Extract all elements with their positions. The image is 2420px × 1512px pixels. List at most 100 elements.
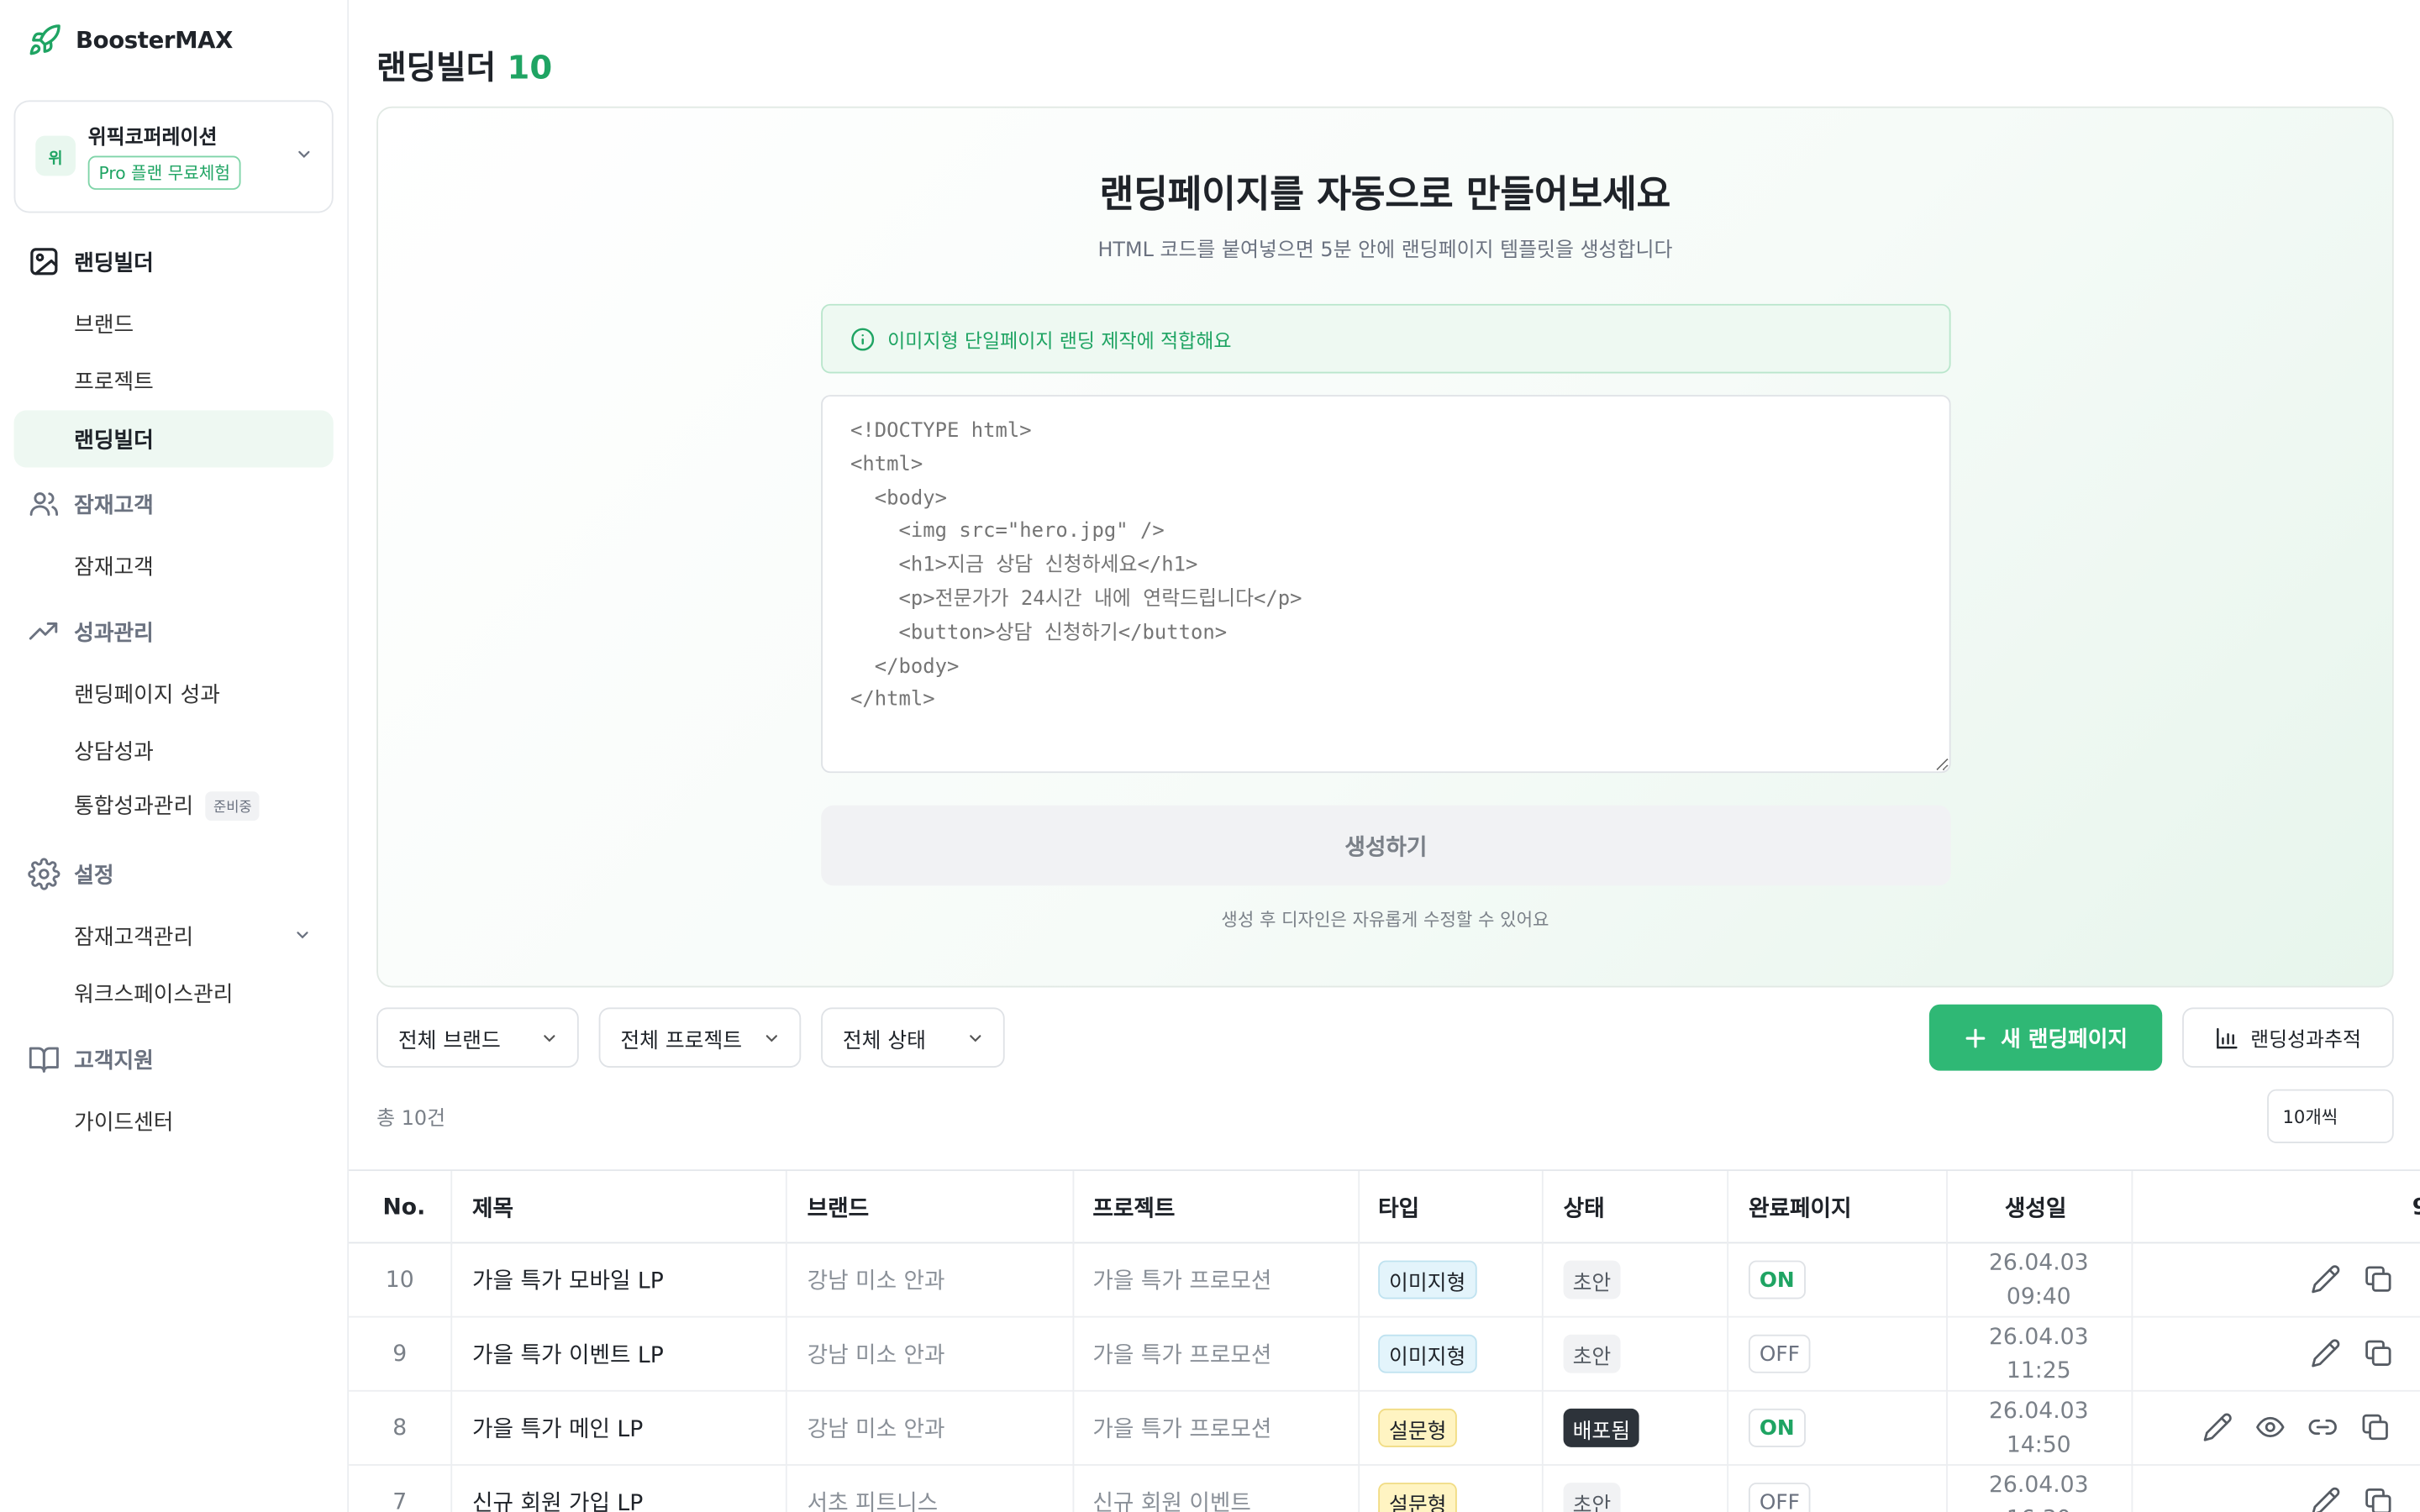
pencil-icon[interactable] xyxy=(2202,1412,2233,1443)
sidebar-item-workspace-management[interactable]: 워크스페이스관리 xyxy=(74,978,233,1009)
header-extra: 9 xyxy=(2412,1171,2420,1243)
app-name: BoosterMAX xyxy=(75,26,234,55)
sidebar-item-brand[interactable]: 브랜드 xyxy=(74,308,134,339)
row-title[interactable]: 가을 특가 모바일 LP xyxy=(472,1243,664,1315)
row-created: 26.04.03 14:50 xyxy=(1946,1392,2131,1464)
status-badge: 배포됨 xyxy=(1563,1408,1640,1447)
header-title: 제목 xyxy=(472,1197,514,1222)
pencil-icon[interactable] xyxy=(2311,1486,2342,1512)
sidebar-item-project[interactable]: 프로젝트 xyxy=(74,365,154,396)
complete-page-toggle[interactable]: OFF xyxy=(1748,1334,1811,1373)
header-no: No. xyxy=(382,1194,426,1220)
sidebar: BoosterMAX 위 위픽코퍼레이션 Pro 플랜 무료체험 랜딩빌더 브랜… xyxy=(0,0,350,1512)
column-divider xyxy=(450,1317,453,1392)
nav-group-leads[interactable]: 잠재고객 xyxy=(28,487,154,520)
column-divider xyxy=(1946,1171,1948,1246)
column-divider xyxy=(1541,1317,1544,1392)
html-code-input[interactable] xyxy=(821,395,1951,774)
table-row[interactable]: 8 가을 특가 메인 LP 강남 미소 안과 가을 특가 프로모션 설문형 배포… xyxy=(349,1391,2420,1466)
page-size-select[interactable]: 10개씩 xyxy=(2267,1089,2394,1143)
row-actions xyxy=(2202,1412,2391,1443)
sidebar-item-landing-builder[interactable]: 랜딩빌더 xyxy=(13,410,334,468)
nav-group-label: 성과관리 xyxy=(74,621,154,646)
column-divider xyxy=(1727,1171,1729,1246)
workspace-avatar: 위 xyxy=(35,135,76,176)
row-no: 7 xyxy=(392,1489,408,1512)
landing-generator-panel: 랜딩페이지를 자동으로 만들어보세요 HTML 코드를 붙여넣으면 5분 안에 … xyxy=(376,106,2394,988)
table-header: No. 제목 브랜드 프로젝트 타입 상태 완료페이지 생성일 9 xyxy=(349,1169,2420,1246)
column-divider xyxy=(1358,1171,1360,1246)
brand-filter-select[interactable]: 전체 브랜드 xyxy=(376,1007,579,1068)
eye-icon[interactable] xyxy=(2254,1412,2286,1443)
sidebar-item-consult-performance[interactable]: 상담성과 xyxy=(74,736,154,767)
app-logo[interactable]: BoosterMAX xyxy=(28,22,233,59)
landing-tracking-label: 랜딩성과추적 xyxy=(2250,1029,2361,1053)
column-divider xyxy=(1541,1243,1544,1318)
column-divider xyxy=(450,1171,453,1246)
column-divider xyxy=(1358,1465,1360,1512)
row-created-date: 26.04.03 xyxy=(1988,1250,2089,1276)
copy-icon[interactable] xyxy=(2363,1486,2394,1512)
status-badge: 초안 xyxy=(1563,1483,1621,1512)
chevron-down-icon xyxy=(295,145,313,164)
row-created: 26.04.03 11:25 xyxy=(1946,1318,2131,1390)
total-count: 총 10건 xyxy=(376,1107,446,1131)
complete-page-toggle[interactable]: ON xyxy=(1748,1408,1806,1447)
sidebar-item-integrated-performance[interactable]: 통합성과관리 준비중 xyxy=(74,790,260,821)
sidebar-item-lp-performance[interactable]: 랜딩페이지 성과 xyxy=(74,679,220,710)
chevron-down-icon[interactable] xyxy=(293,926,312,944)
new-landing-page-label: 새 랜딩페이지 xyxy=(2001,1026,2128,1052)
copy-icon[interactable] xyxy=(2360,1412,2391,1443)
column-divider xyxy=(2131,1465,2133,1512)
column-divider xyxy=(1541,1171,1544,1246)
type-badge: 설문형 xyxy=(1378,1408,1458,1447)
copy-icon[interactable] xyxy=(2363,1263,2394,1294)
row-created: 26.04.03 09:40 xyxy=(1946,1243,2131,1315)
sidebar-item-leads[interactable]: 잠재고객 xyxy=(74,551,154,582)
sidebar-item-guide-center[interactable]: 가이드센터 xyxy=(74,1106,173,1137)
project-filter-select[interactable]: 전체 프로젝트 xyxy=(598,1007,802,1068)
type-badge: 이미지형 xyxy=(1378,1334,1477,1373)
column-divider xyxy=(1727,1243,1729,1318)
nav-group-label: 잠재고객 xyxy=(74,492,154,518)
column-divider xyxy=(2131,1317,2133,1392)
pencil-icon[interactable] xyxy=(2311,1337,2342,1368)
nav-group-support[interactable]: 고객지원 xyxy=(28,1043,154,1076)
new-landing-page-button[interactable]: 새 랜딩페이지 xyxy=(1928,1004,2163,1071)
row-created-date: 26.04.03 xyxy=(1988,1398,2089,1424)
status-filter-select[interactable]: 전체 상태 xyxy=(821,1007,1005,1068)
chevron-down-icon xyxy=(966,1028,985,1047)
generate-button[interactable]: 생성하기 xyxy=(821,805,1951,886)
complete-page-toggle[interactable]: ON xyxy=(1748,1260,1806,1299)
copy-icon[interactable] xyxy=(2363,1337,2394,1368)
page-title-text: 랜딩빌더 xyxy=(376,49,497,87)
pencil-icon[interactable] xyxy=(2311,1263,2342,1294)
row-brand: 강남 미소 안과 xyxy=(807,1417,945,1443)
row-no: 8 xyxy=(392,1415,408,1441)
nav-group-landing[interactable]: 랜딩빌더 xyxy=(28,245,154,278)
project-filter-value: 전체 프로젝트 xyxy=(620,1028,743,1053)
column-divider xyxy=(450,1243,453,1318)
column-divider xyxy=(1727,1317,1729,1392)
row-created-time: 09:40 xyxy=(2006,1284,2071,1310)
nav-group-settings[interactable]: 설정 xyxy=(28,858,113,890)
sidebar-item-lead-management[interactable]: 잠재고객관리 xyxy=(74,921,193,953)
column-divider xyxy=(1727,1391,1729,1466)
nav-group-performance[interactable]: 성과관리 xyxy=(28,616,154,648)
workspace-switcher[interactable]: 위 위픽코퍼레이션 Pro 플랜 무료체험 xyxy=(13,100,334,213)
column-divider xyxy=(450,1465,453,1512)
row-title[interactable]: 가을 특가 이벤트 LP xyxy=(472,1318,664,1390)
landing-tracking-button[interactable]: 랜딩성과추적 xyxy=(2182,1007,2394,1068)
link-icon[interactable] xyxy=(2307,1412,2338,1443)
table-row[interactable]: 7 신규 회원 가입 LP 서초 피트니스 신규 회원 이벤트 설문형 초안 O… xyxy=(349,1465,2420,1512)
row-brand: 강남 미소 안과 xyxy=(807,1343,945,1369)
row-project: 가을 특가 프로모션 xyxy=(1092,1343,1272,1369)
table-row[interactable]: 10 가을 특가 모바일 LP 강남 미소 안과 가을 특가 프로모션 이미지형… xyxy=(349,1243,2420,1318)
column-divider xyxy=(785,1243,787,1318)
complete-page-toggle[interactable]: OFF xyxy=(1748,1483,1811,1512)
table-row[interactable]: 9 가을 특가 이벤트 LP 강남 미소 안과 가을 특가 프로모션 이미지형 … xyxy=(349,1317,2420,1392)
column-divider xyxy=(1358,1391,1360,1466)
row-title[interactable]: 가을 특가 메인 LP xyxy=(472,1392,643,1464)
row-title[interactable]: 신규 회원 가입 LP xyxy=(472,1466,643,1512)
header-type: 타입 xyxy=(1378,1197,1420,1222)
